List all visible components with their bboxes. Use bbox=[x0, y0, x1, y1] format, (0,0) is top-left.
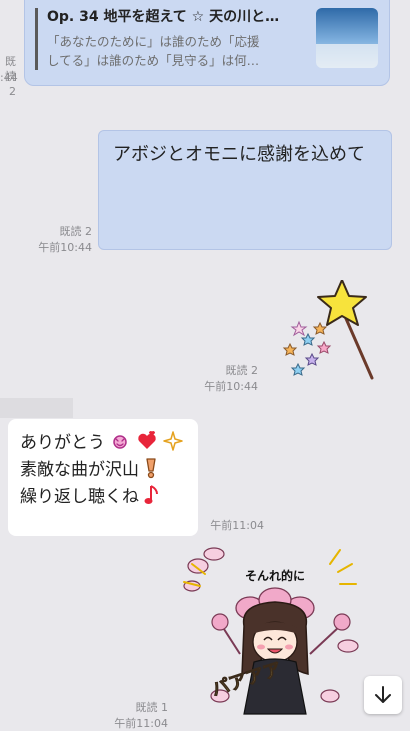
timestamp: 午前10:44 bbox=[204, 380, 258, 393]
link-preview-description: 「あなたのために」は誰のため「応援 してる」は誰のため「見守る」は何… bbox=[47, 32, 305, 70]
read-status: 既読 2 bbox=[59, 225, 93, 238]
sparkle-icon bbox=[163, 430, 183, 456]
scroll-to-bottom-button[interactable] bbox=[364, 676, 402, 714]
scroll-down-arrow-icon bbox=[375, 686, 391, 703]
smiling-face-icon bbox=[110, 432, 130, 455]
music-note-icon bbox=[144, 484, 160, 511]
incoming-message-line: 繰り返し聴くね bbox=[20, 482, 160, 511]
link-preview-thumbnail bbox=[316, 8, 378, 68]
exclamation-icon bbox=[144, 457, 158, 484]
link-preview-description-line: してる」は誰のため「見守る」は何… bbox=[47, 53, 260, 68]
star-wand-icon bbox=[282, 279, 374, 380]
timestamp: :44 bbox=[0, 71, 18, 84]
read-status: 既読 1 bbox=[135, 701, 169, 714]
girl-sticker-illustration: そんれ的に パアアア bbox=[183, 547, 359, 715]
outgoing-message-text: アボジとオモニに感謝を込めて bbox=[113, 144, 365, 165]
sticker-caption: そんれ的に bbox=[245, 568, 305, 583]
timestamp: 午前11:04 bbox=[114, 717, 168, 730]
incoming-message-line: 素敵な曲が沢山 bbox=[20, 455, 158, 484]
read-status: 既読 2 bbox=[225, 364, 259, 377]
link-preview-description-line: 「あなたのために」は誰のため「応援 bbox=[47, 34, 260, 49]
link-preview-accent-bar bbox=[35, 8, 38, 70]
link-preview-title: Op. 34 地平を超えて ☆ 天の川と… bbox=[47, 9, 280, 25]
incoming-message-line: ありがとう bbox=[20, 428, 183, 456]
timestamp: 午前11:04 bbox=[210, 519, 264, 532]
heart-icon bbox=[136, 430, 158, 456]
girl-sticker[interactable]: そんれ的に パアアア bbox=[180, 546, 370, 716]
star-wand-sticker[interactable] bbox=[282, 279, 390, 384]
sender-name-strip bbox=[0, 398, 73, 418]
timestamp: 午前10:44 bbox=[38, 241, 92, 254]
